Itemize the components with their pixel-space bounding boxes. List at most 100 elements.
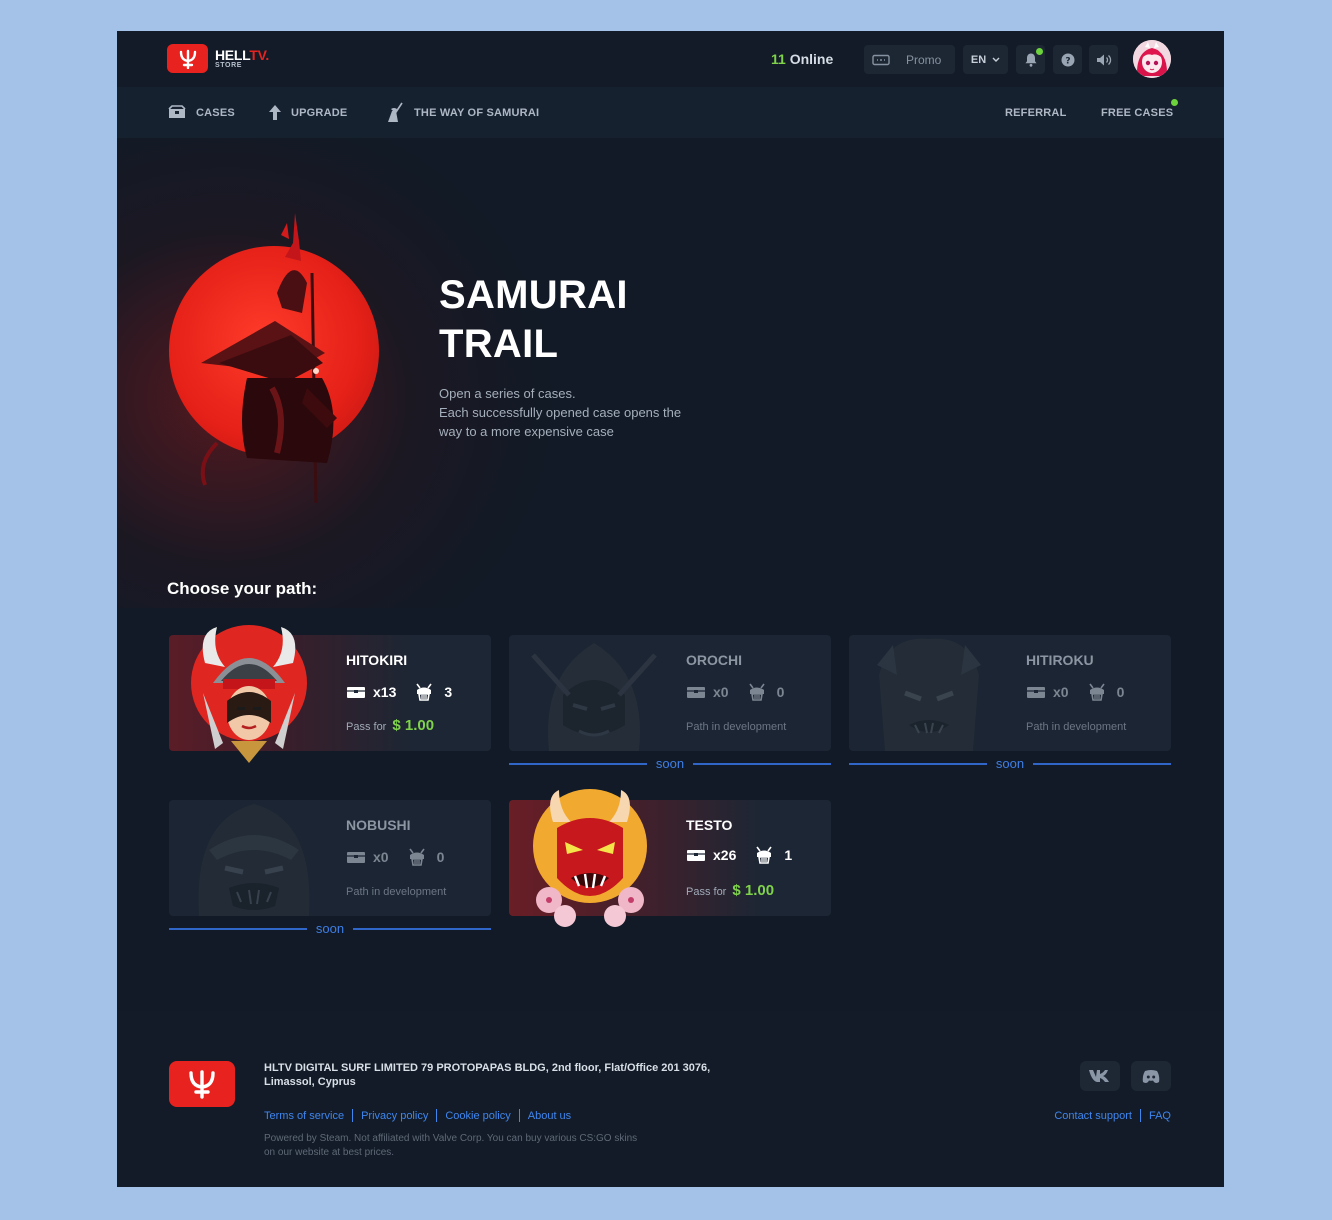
path-dev-label: Path in development [686,721,787,733]
nobushi-emblem [198,804,310,916]
nav-referral[interactable]: REFERRAL [1005,87,1067,138]
brand-logo[interactable]: HELLTV. STORE [167,44,269,73]
path-name: HITIROKU [1026,652,1094,668]
soon-divider: soon [849,755,1172,771]
contact-support-link[interactable]: Contact support [1054,1110,1132,1122]
help-button[interactable]: ? [1053,45,1082,74]
samurai-count: 3 [444,684,453,700]
path-pass: Pass for $ 1.00 [346,717,434,734]
question-icon: ? [1061,53,1074,66]
notifications-button[interactable] [1016,45,1045,74]
path-stats: x13 3 [346,683,452,701]
path-card-hitokiri[interactable]: HITOKIRI x13 3 Pass for $ 1.00 [169,625,491,763]
case-count: x13 [373,684,397,700]
footer-trident-logo-icon[interactable] [169,1061,235,1107]
hitiroku-emblem [877,638,981,751]
privacy-link[interactable]: Privacy policy [361,1110,428,1122]
hitokiri-emblem [191,625,307,763]
samurai-count: 1 [784,847,793,863]
hero-title: SAMURAI TRAIL [439,273,628,366]
path-name: OROCHI [686,652,742,668]
pass-price: $ 1.00 [732,882,775,899]
case-count: x0 [1053,684,1069,700]
case-count-icon [687,849,705,861]
case-count-icon [347,686,365,698]
path-dev-label: Path in development [346,886,447,898]
case-count: x0 [713,684,729,700]
path-stats: x26 1 [686,846,792,864]
nav-upgrade-label: UPGRADE [291,106,348,119]
path-name: NOBUSHI [346,817,411,833]
about-link[interactable]: About us [528,1110,571,1122]
pass-label: Pass for [686,886,727,898]
arrow-up-icon [269,105,281,120]
faq-link[interactable]: FAQ [1149,1110,1171,1122]
path-name: TESTO [686,817,733,833]
nav-samurai-label: THE WAY OF SAMURAI [414,106,540,119]
soon-divider: soon [509,756,832,771]
paths-heading: Choose your path: [167,579,318,598]
user-avatar[interactable] [1133,40,1171,78]
samurai-count: 0 [1116,684,1125,700]
discord-button[interactable] [1131,1061,1171,1091]
nav-referral-label: REFERRAL [1005,106,1067,119]
nav-free-cases[interactable]: FREE CASES [1101,87,1173,138]
soon-divider: soon [169,920,492,936]
promo-button[interactable]: Promo [864,45,955,74]
path-stats: x0 0 [346,848,444,866]
app-window: HELLTV. STORE 11 Online Promo EN ? CASES… [117,31,1224,1187]
samurai-count: 0 [436,849,445,865]
orochi-emblem [531,643,657,751]
vk-button[interactable] [1080,1061,1120,1091]
nav-samurai[interactable]: THE WAY OF SAMURAI [385,87,539,138]
online-label: Online [789,51,834,67]
nav-upgrade[interactable]: UPGRADE [268,87,347,138]
chevron-down-icon [992,57,1000,62]
speaker-icon [1096,54,1111,65]
path-card-hitiroku[interactable]: HITIROKU x0 0 Path in development [849,635,1171,751]
notification-dot [1036,48,1043,55]
trident-logo-icon [167,44,208,73]
language-select[interactable]: EN [963,45,1008,74]
ticket-icon [872,54,890,65]
soon-label: soon [315,920,345,936]
samurai-icon [388,102,403,122]
brand-name: HELLTV. [215,47,269,63]
free-cases-dot [1171,99,1178,106]
support-links: Contact support FAQ [1054,1109,1171,1122]
path-dev-label: Path in development [1026,721,1127,733]
pass-price: $ 1.00 [392,717,435,734]
case-count: x26 [713,847,737,863]
nav-cases[interactable]: CASES [167,87,235,138]
terms-link[interactable]: Terms of service [264,1110,344,1122]
footer: HLTV DIGITAL SURF LIMITED 79 PROTOPAPAS … [117,1011,1224,1187]
case-count-icon [347,851,365,863]
path-card-testo[interactable]: TESTO x26 1 Pass for $ 1.00 [509,789,831,927]
path-pass: Pass for $ 1.00 [686,882,774,899]
main-nav: CASES UPGRADE THE WAY OF SAMURAI REFERRA… [117,87,1224,138]
path-stats: x0 0 [686,683,784,701]
discord-icon [1142,1069,1160,1083]
samurai-helmet-icon [756,846,772,864]
brand-sub: STORE [215,62,242,69]
vk-icon [1089,1070,1109,1082]
nav-free-cases-label: FREE CASES [1101,106,1174,119]
sound-button[interactable] [1089,45,1118,74]
samurai-helmet-icon [748,683,765,701]
path-card-nobushi[interactable]: NOBUSHI x0 0 Path in development [169,800,491,916]
language-value: EN [970,53,987,66]
oni-mask-emblem [533,789,647,927]
samurai-hero-art [200,213,337,503]
footer-disclaimer: Powered by Steam. Not affiliated with Va… [264,1133,638,1158]
footer-links: Terms of service Privacy policy Cookie p… [264,1109,571,1122]
promo-label: Promo [906,52,942,67]
path-name: HITOKIRI [346,652,408,668]
path-card-orochi[interactable]: OROCHI x0 0 Path in development [509,635,831,751]
online-count: 11 [771,51,786,67]
samurai-helmet-icon [408,848,425,866]
samurai-helmet-icon [1088,683,1105,701]
samurai-helmet-icon [416,683,432,701]
soon-label: soon [995,755,1025,771]
svg-text:?: ? [1065,56,1070,66]
cookie-link[interactable]: Cookie policy [445,1110,510,1122]
